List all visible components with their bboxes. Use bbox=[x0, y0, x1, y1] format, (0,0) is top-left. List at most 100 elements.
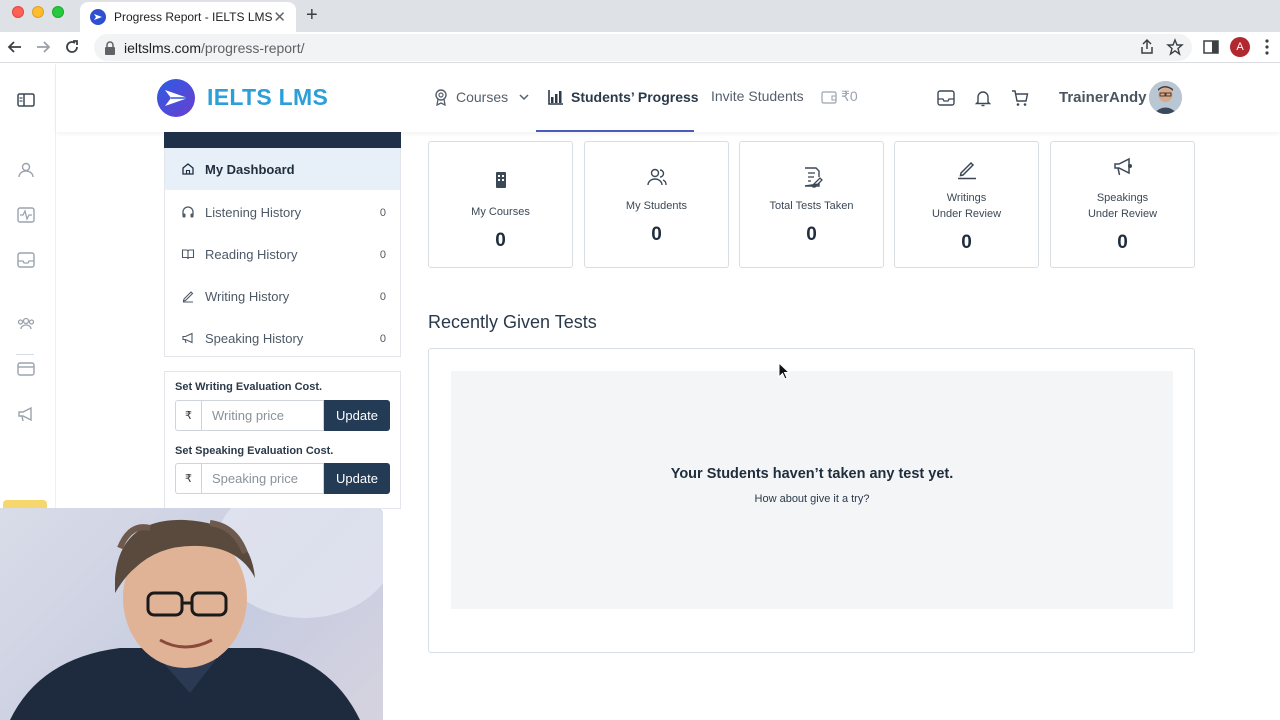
sidebar-item-label: Reading History bbox=[205, 246, 298, 262]
browser-tab[interactable]: Progress Report - IELTS LMS ✕ bbox=[80, 2, 296, 32]
stat-label: Total Tests Taken bbox=[769, 200, 854, 212]
sidebar-item-listening-history[interactable]: Listening History 0 bbox=[165, 191, 400, 233]
users-icon bbox=[647, 168, 667, 186]
recent-tests-title: Recently Given Tests bbox=[428, 312, 597, 332]
close-tab-icon[interactable]: ✕ bbox=[273, 8, 286, 26]
side-panel-icon[interactable] bbox=[1202, 38, 1220, 56]
sidebar-item-my-dashboard[interactable]: My Dashboard bbox=[165, 148, 400, 190]
sidebar-item-label: Speaking History bbox=[205, 330, 304, 346]
stat-card-total-tests-taken[interactable]: Total Tests Taken 0 bbox=[739, 141, 884, 268]
chevron-down-icon bbox=[519, 94, 529, 101]
stat-value: 0 bbox=[651, 224, 662, 245]
username[interactable]: TrainerAndy bbox=[1059, 89, 1147, 106]
stat-label: My Students bbox=[625, 200, 688, 212]
back-icon[interactable] bbox=[6, 38, 24, 56]
url-input[interactable]: ieltslms.com/progress-report/ bbox=[94, 34, 1192, 61]
forward-icon[interactable] bbox=[34, 38, 52, 56]
webcam-overlay bbox=[0, 508, 383, 720]
logo-text[interactable]: IELTS LMS bbox=[207, 84, 328, 111]
writing-price-group: ₹ Update bbox=[175, 400, 390, 431]
site-header: IELTS LMS Courses Students’ Progress Inv… bbox=[56, 64, 1280, 132]
megaphone-icon bbox=[1114, 157, 1132, 176]
sidebar-item-label: My Dashboard bbox=[205, 161, 295, 177]
inbox-icon[interactable] bbox=[936, 88, 956, 108]
megaphone-icon[interactable] bbox=[16, 404, 36, 424]
stat-value: 0 bbox=[1117, 232, 1128, 253]
sidebar-item-count: 0 bbox=[379, 333, 386, 345]
maximize-window-button[interactable] bbox=[52, 6, 64, 18]
book-icon bbox=[181, 249, 195, 260]
sidebar-item-speaking-history[interactable]: Speaking History 0 bbox=[165, 317, 400, 359]
pen-icon bbox=[182, 291, 194, 303]
share-icon[interactable] bbox=[1138, 38, 1156, 56]
sidebar-item-label: Writing History bbox=[205, 288, 290, 304]
sidebar-item-writing-history[interactable]: Writing History 0 bbox=[165, 275, 400, 317]
evaluation-cost-panel: Set Writing Evaluation Cost. ₹ Update Se… bbox=[164, 371, 401, 509]
credit-card-icon[interactable] bbox=[16, 359, 36, 379]
stat-value: 0 bbox=[961, 232, 972, 253]
writing-price-input[interactable] bbox=[201, 400, 324, 431]
sidebar-toggle-icon[interactable] bbox=[16, 90, 36, 110]
activity-icon[interactable] bbox=[16, 205, 36, 225]
more-menu-icon[interactable] bbox=[1258, 38, 1276, 56]
nav-students-progress[interactable]: Students’ Progress bbox=[547, 88, 699, 106]
megaphone-icon bbox=[182, 332, 193, 344]
stat-value: 0 bbox=[806, 224, 817, 245]
group-icon[interactable] bbox=[16, 314, 36, 334]
sidebar-item-reading-history[interactable]: Reading History 0 bbox=[165, 233, 400, 275]
favicon-icon bbox=[90, 9, 106, 25]
speaking-price-group: ₹ Update bbox=[175, 463, 390, 494]
writing-cost-label: Set Writing Evaluation Cost. bbox=[175, 381, 323, 393]
update-speaking-price-button[interactable]: Update bbox=[324, 463, 390, 494]
user-avatar[interactable] bbox=[1149, 81, 1182, 114]
pen-icon bbox=[958, 161, 976, 180]
sidebar-item-count: 0 bbox=[379, 207, 386, 219]
inbox-icon[interactable] bbox=[16, 250, 36, 270]
url-host: ieltslms.com bbox=[124, 39, 202, 56]
presenter-video-image bbox=[10, 508, 383, 720]
close-window-button[interactable] bbox=[12, 6, 24, 18]
nav-courses-label: Courses bbox=[456, 89, 509, 105]
stat-card-writings-under-review[interactable]: Writings Under Review 0 bbox=[894, 141, 1039, 268]
profile-avatar[interactable]: A bbox=[1230, 37, 1250, 57]
lock-icon bbox=[105, 40, 115, 55]
empty-state-title: Your Students haven’t taken any test yet… bbox=[670, 466, 954, 482]
wallet-icon bbox=[821, 90, 837, 104]
dashboard-sidebar-menu: My Dashboard Listening History 0 Reading… bbox=[164, 148, 401, 357]
stat-label: Writings Under Review bbox=[931, 192, 1002, 220]
wallet-balance: ₹0 bbox=[841, 88, 858, 104]
speaking-cost-label: Set Speaking Evaluation Cost. bbox=[175, 445, 334, 457]
new-tab-icon[interactable]: + bbox=[306, 4, 318, 27]
browser-tab-bar: Progress Report - IELTS LMS ✕ + bbox=[0, 0, 1280, 32]
home-icon bbox=[182, 163, 194, 175]
stat-value: 0 bbox=[495, 230, 506, 251]
reload-icon[interactable] bbox=[63, 38, 81, 56]
cart-icon[interactable] bbox=[1010, 88, 1030, 108]
sidebar-item-label: Listening History bbox=[205, 204, 302, 220]
minimize-window-button[interactable] bbox=[32, 6, 44, 18]
bar-chart-icon bbox=[548, 90, 563, 105]
mouse-cursor-icon bbox=[778, 362, 790, 380]
stat-label: My Courses bbox=[471, 206, 530, 218]
bell-icon[interactable] bbox=[973, 88, 993, 108]
sidebar-header-bar bbox=[164, 132, 401, 148]
ielts-logo-icon[interactable] bbox=[157, 79, 195, 117]
headphones-icon bbox=[182, 206, 194, 218]
rupee-symbol: ₹ bbox=[175, 400, 201, 431]
award-icon bbox=[435, 89, 447, 106]
recent-tests-panel: Your Students haven’t taken any test yet… bbox=[428, 348, 1195, 653]
building-icon bbox=[496, 172, 506, 188]
rail-divider bbox=[16, 354, 34, 355]
stat-card-speakings-under-review[interactable]: Speakings Under Review 0 bbox=[1050, 141, 1195, 268]
address-bar-row: ieltslms.com/progress-report/ A bbox=[0, 32, 1280, 63]
user-icon[interactable] bbox=[16, 160, 36, 180]
nav-invite-students[interactable]: Invite Students bbox=[711, 88, 804, 104]
nav-courses[interactable]: Courses bbox=[432, 88, 530, 106]
stat-card-my-courses[interactable]: My Courses 0 bbox=[428, 141, 573, 268]
update-writing-price-button[interactable]: Update bbox=[324, 400, 390, 431]
nav-progress-label: Students’ Progress bbox=[571, 89, 699, 105]
stat-card-my-students[interactable]: My Students 0 bbox=[584, 141, 729, 268]
bookmark-star-icon[interactable] bbox=[1166, 38, 1184, 56]
nav-wallet[interactable]: ₹0 bbox=[821, 88, 858, 105]
speaking-price-input[interactable] bbox=[201, 463, 324, 494]
